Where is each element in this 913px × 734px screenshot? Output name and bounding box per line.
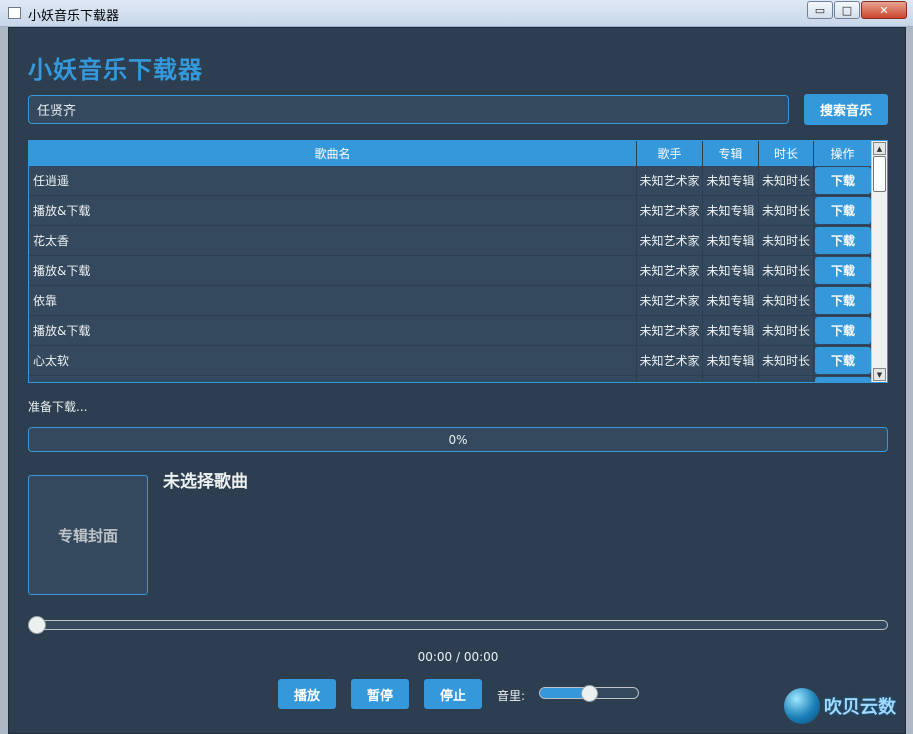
- artist-cell: 未知艺术家: [637, 346, 703, 375]
- download-button[interactable]: 下载: [815, 257, 871, 284]
- app-body: 小妖音乐下载器 搜索音乐 歌曲名 歌手 专辑 时长 操作 任逍遥未知艺术家未知专…: [8, 27, 906, 734]
- artist-cell: 未知艺术家: [637, 166, 703, 195]
- song-name-cell: 播放&下载: [29, 256, 637, 285]
- seek-slider-track[interactable]: [28, 620, 888, 630]
- duration-cell: 未知时长: [759, 256, 814, 285]
- header-action[interactable]: 操作: [814, 141, 872, 166]
- volume-slider-handle[interactable]: [580, 685, 598, 702]
- download-button[interactable]: [815, 377, 871, 382]
- song-name-cell: 任逍遥: [29, 166, 637, 195]
- header-album[interactable]: 专辑: [703, 141, 759, 166]
- action-cell: 下载: [814, 166, 872, 195]
- download-button[interactable]: 下载: [815, 347, 871, 374]
- status-text: 准备下载...: [28, 400, 88, 414]
- header-duration[interactable]: 时长: [759, 141, 814, 166]
- stop-button[interactable]: 停止: [424, 679, 482, 709]
- song-title: 未选择歌曲: [163, 472, 248, 492]
- maximize-button[interactable]: □: [834, 1, 860, 19]
- window-title: 小妖音乐下载器: [28, 9, 120, 24]
- scroll-thumb[interactable]: [873, 156, 886, 192]
- album-cell: 未知专辑: [703, 226, 759, 255]
- album-cell: 未知专辑: [703, 286, 759, 315]
- album-cell: [703, 376, 759, 382]
- duration-cell: [759, 376, 814, 382]
- scroll-down-icon[interactable]: ▼: [873, 368, 886, 381]
- song-table: 歌曲名 歌手 专辑 时长 操作 任逍遥 未知艺术家 未知专辑 未知时长 下载 播放&下载未…: [28, 140, 888, 383]
- play-button[interactable]: 播放: [278, 679, 336, 709]
- window-controls: ▭ □ ✕: [806, 1, 907, 19]
- song-name-cell: 播放&下载: [29, 196, 637, 225]
- table-header: 歌曲名 歌手 专辑 时长 操作: [29, 141, 872, 166]
- search-button[interactable]: 搜索音乐: [804, 94, 888, 125]
- album-cell: 未知专辑: [703, 346, 759, 375]
- action-cell: 下载: [814, 226, 872, 255]
- artist-cell: 未知艺术家: [637, 256, 703, 285]
- duration-cell: 未知时长: [759, 316, 814, 345]
- download-button[interactable]: 下载: [815, 167, 871, 194]
- album-cell: 未知专辑: [703, 196, 759, 225]
- table-row[interactable]: 播放&下载 未知艺术家 未知专辑 未知时长 下载: [29, 196, 872, 226]
- scroll-up-icon[interactable]: ▲: [873, 142, 886, 155]
- watermark-text: 吹贝云数: [824, 697, 896, 718]
- pause-button[interactable]: 暂停: [351, 679, 409, 709]
- table-row[interactable]: 任逍遥 未知艺术家 未知专辑 未知时长 下载: [29, 166, 872, 196]
- album-cell: 未知专辑: [703, 316, 759, 345]
- table-scrollbar[interactable]: ▲ ▼: [871, 141, 887, 382]
- action-cell: 下载: [814, 286, 872, 315]
- progress-label: 0%: [448, 432, 468, 447]
- search-input[interactable]: [28, 95, 789, 124]
- song-name-cell: 播放&下载: [29, 316, 637, 345]
- table-row[interactable]: 花太香 未知艺术家 未知专辑 未知时长 下载: [29, 226, 872, 256]
- duration-cell: 未知时长: [759, 286, 814, 315]
- artist-cell: 未知艺术家: [637, 316, 703, 345]
- action-cell: 下载: [814, 196, 872, 225]
- table-row[interactable]: [29, 376, 872, 382]
- table-row[interactable]: 心太软 未知艺术家 未知专辑 未知时长 下载: [29, 346, 872, 376]
- header-artist[interactable]: 歌手: [637, 141, 703, 166]
- song-name-cell: 心太软: [29, 346, 637, 375]
- action-cell: [814, 376, 872, 382]
- duration-cell: 未知时长: [759, 346, 814, 375]
- table-row[interactable]: 播放&下载 未知艺术家 未知专辑 未知时长 下载: [29, 256, 872, 286]
- seek-slider-handle[interactable]: [28, 616, 46, 634]
- duration-cell: 未知时长: [759, 196, 814, 225]
- table-body: 任逍遥 未知艺术家 未知专辑 未知时长 下载 播放&下载 未知艺术家 未知专辑 未知时长 下载 花太…: [29, 166, 872, 382]
- duration-cell: 未知时长: [759, 166, 814, 195]
- volume-label: 音里:: [497, 689, 526, 703]
- artist-cell: 未知艺术家: [637, 286, 703, 315]
- action-cell: 下载: [814, 346, 872, 375]
- artist-cell: 未知艺术家: [637, 196, 703, 225]
- watermark-logo-icon: [784, 688, 820, 724]
- song-name-cell: [29, 376, 637, 382]
- action-cell: 下载: [814, 316, 872, 345]
- download-button[interactable]: 下载: [815, 227, 871, 254]
- download-button[interactable]: 下载: [815, 287, 871, 314]
- window-titlebar: 小妖音乐下载器 ▭ □ ✕: [0, 0, 913, 27]
- header-song-name[interactable]: 歌曲名: [29, 141, 637, 166]
- close-button[interactable]: ✕: [861, 1, 907, 19]
- song-name-cell: 花太香: [29, 226, 637, 255]
- watermark: 吹贝云数: [784, 688, 896, 724]
- album-cell: 未知专辑: [703, 166, 759, 195]
- app-window-icon: [8, 7, 21, 19]
- time-display: 00:00 / 00:00: [417, 650, 499, 664]
- table-row[interactable]: 依靠 未知艺术家 未知专辑 未知时长 下载: [29, 286, 872, 316]
- download-button[interactable]: 下载: [815, 317, 871, 344]
- album-cover: 专辑封面: [28, 475, 148, 595]
- download-button[interactable]: 下载: [815, 197, 871, 224]
- action-cell: 下载: [814, 256, 872, 285]
- album-cell: 未知专辑: [703, 256, 759, 285]
- song-name-cell: 依靠: [29, 286, 637, 315]
- artist-cell: [637, 376, 703, 382]
- artist-cell: 未知艺术家: [637, 226, 703, 255]
- download-progress-bar: 0%: [28, 427, 888, 452]
- table-row[interactable]: 播放&下载 未知艺术家 未知专辑 未知时长 下载: [29, 316, 872, 346]
- app-title: 小妖音乐下载器: [28, 55, 203, 84]
- minimize-button[interactable]: ▭: [807, 1, 833, 19]
- duration-cell: 未知时长: [759, 226, 814, 255]
